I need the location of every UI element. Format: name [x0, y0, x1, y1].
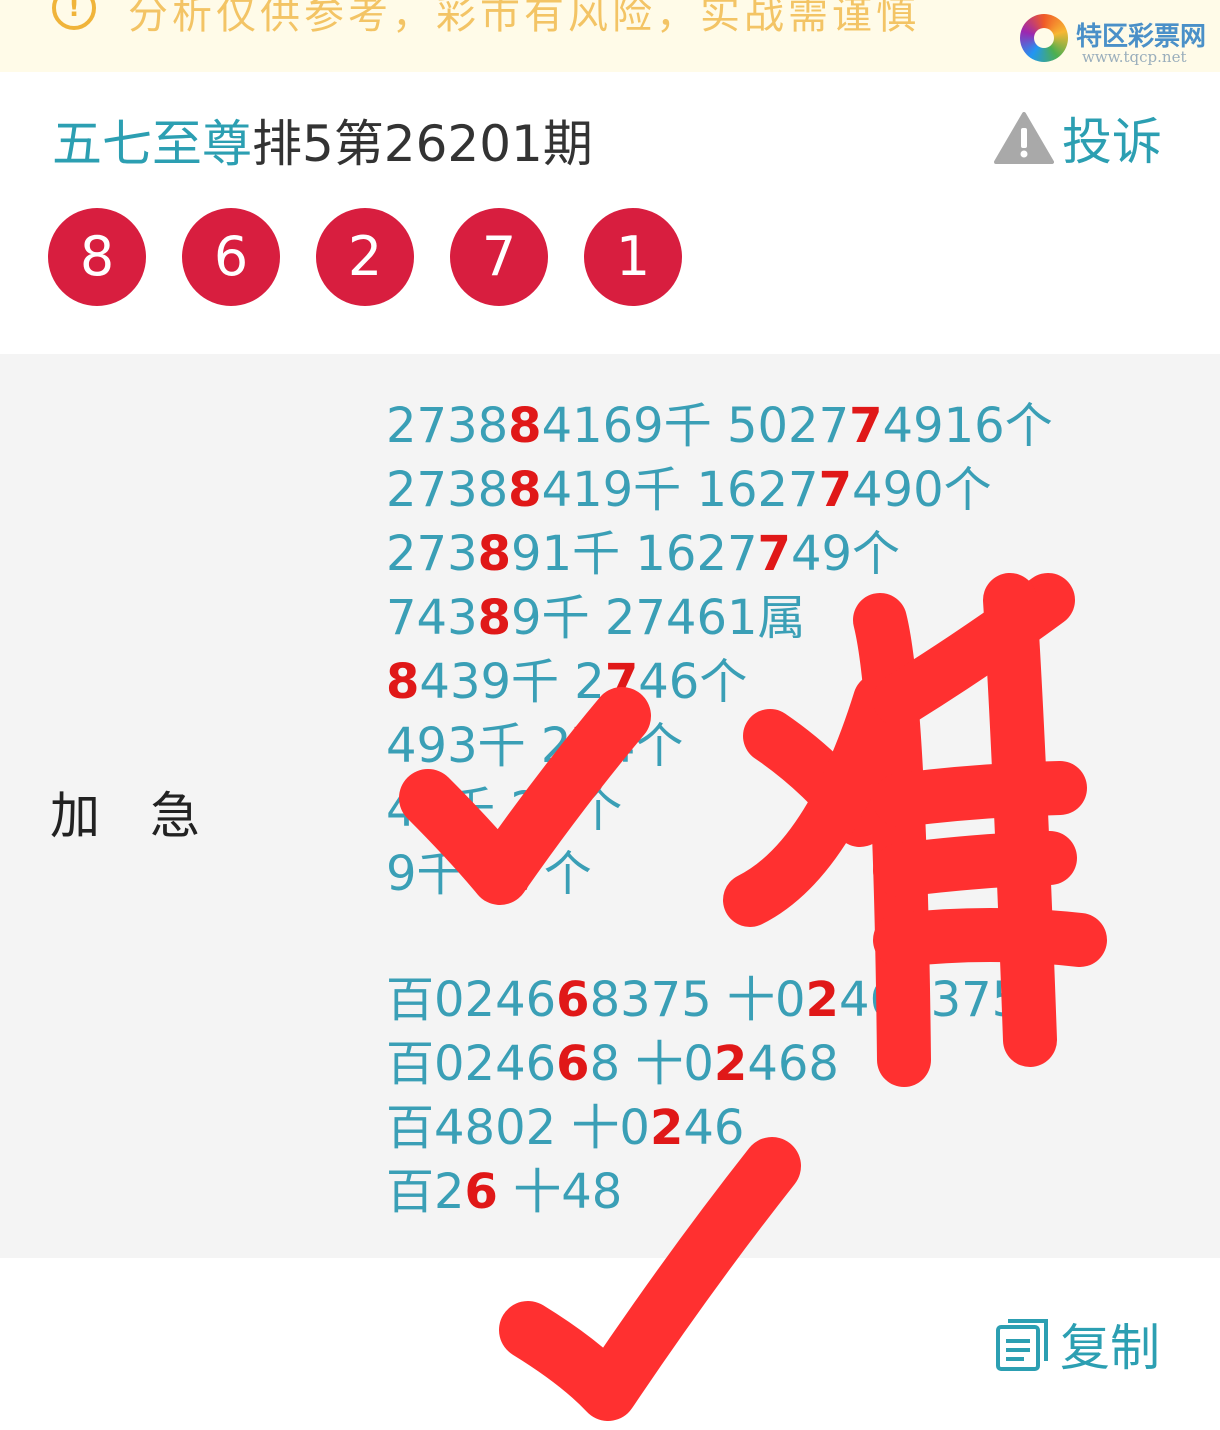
hit-digit: 6: [556, 972, 590, 1028]
line-spacer: [386, 906, 1053, 968]
line-text: 46个: [638, 654, 748, 710]
line-text: 2738: [386, 398, 509, 454]
line-text: 8 十0: [589, 1036, 714, 1092]
hit-digit: 8: [386, 654, 420, 710]
hit-digit: 8: [477, 526, 512, 582]
risk-warning-text: 分析仅供参考，彩市有风险，实战需谨慎: [128, 0, 920, 38]
watermark-url: www.tqcp.net: [1082, 48, 1187, 66]
hit-digit: 2: [649, 1100, 684, 1156]
line-text: 4169千 5027: [541, 398, 850, 454]
prediction-line: 9千 27个: [386, 842, 1053, 906]
line-text: 9千 27461属: [511, 590, 806, 646]
hit-digit: 7: [540, 782, 575, 838]
prediction-line: 49千 27个: [386, 778, 1053, 842]
hit-digit: 7: [757, 526, 791, 582]
prediction-lines: 273884169千 502774916个 27388419千 16277490个…: [386, 394, 1053, 1224]
hit-digit: 2: [805, 972, 839, 1028]
hit-digit: 8: [477, 590, 512, 646]
line-text: 490个: [852, 462, 992, 518]
draw-ball: 8: [48, 208, 146, 306]
line-text: 百0246: [386, 1036, 557, 1092]
draw-ball: 6: [182, 208, 280, 306]
line-text: 46: [683, 1100, 745, 1156]
hit-digit: 7: [849, 398, 883, 454]
line-text: 4916个: [882, 398, 1053, 454]
prediction-line: 74389千 27461属: [386, 586, 1053, 650]
line-text: 439千 2: [419, 654, 605, 710]
hit-digit: 7: [571, 718, 605, 774]
line-text: 49千 2: [386, 782, 541, 838]
hit-digit: 7: [818, 462, 853, 518]
draw-result-balls: 86271: [48, 208, 718, 306]
hit-digit: 8: [508, 398, 542, 454]
prediction-line: 百024668375 十02468375: [386, 968, 1053, 1032]
line-text: 273: [386, 526, 478, 582]
line-text: 百2: [386, 1164, 465, 1220]
hit-digit: 8: [508, 462, 542, 518]
site-watermark: 特区彩票网 www.tqcp.net: [1018, 12, 1218, 72]
section-label: 加急: [50, 787, 250, 845]
hit-digit: 7: [604, 654, 639, 710]
draw-ball: 2: [316, 208, 414, 306]
complain-button[interactable]: 投诉: [994, 108, 1162, 171]
line-text: 49个: [790, 526, 901, 582]
prediction-line: 493千 274个: [386, 714, 1053, 778]
hit-digit: 7: [510, 846, 544, 902]
line-text: 743: [386, 590, 478, 646]
complain-label: 投诉: [1062, 113, 1162, 171]
prediction-line: 百024668 十02468: [386, 1032, 1053, 1096]
line-text: 9千 2: [386, 846, 511, 902]
prediction-line: 273884169千 502774916个: [386, 394, 1053, 458]
draw-ball: 7: [450, 208, 548, 306]
copy-label: 复制: [1060, 1319, 1160, 1377]
line-text: 2738: [386, 462, 509, 518]
period-title: 排5第26201期: [252, 115, 593, 173]
prediction-line: 8439千 2746个: [386, 650, 1053, 714]
line-text: 十48: [497, 1164, 623, 1220]
line-text: 468375: [838, 972, 1023, 1028]
hit-digit: 6: [556, 1036, 590, 1092]
hit-digit: 2: [713, 1036, 748, 1092]
prediction-panel: 加急 273884169千 502774916个 27388419千 162774…: [0, 354, 1220, 1258]
warning-triangle-icon: [994, 112, 1054, 164]
line-text: 百4802 十0: [386, 1100, 650, 1156]
copy-button[interactable]: 复制: [994, 1308, 1160, 1380]
prediction-line: 百26 十48: [386, 1160, 1053, 1224]
info-icon: !: [52, 0, 96, 30]
draw-ball: 1: [584, 208, 682, 306]
prediction-line: 27388419千 16277490个: [386, 458, 1053, 522]
line-text: 468: [747, 1036, 839, 1092]
line-text: 个: [543, 846, 592, 902]
line-text: 493千 2: [386, 718, 572, 774]
copy-document-icon: [996, 1319, 1048, 1371]
page-title: 五七至尊排5第26201期: [52, 104, 593, 176]
line-text: 百0246: [386, 972, 557, 1028]
prediction-line: 百4802 十0246: [386, 1096, 1053, 1160]
line-text: 4个: [604, 718, 684, 774]
prediction-line: 273891千 1627749个: [386, 522, 1053, 586]
author-link[interactable]: 五七至尊: [52, 115, 252, 173]
risk-warning-banner: ! 分析仅供参考，彩市有风险，实战需谨慎 特区彩票网 www.tqcp.net: [0, 0, 1220, 72]
hit-digit: 6: [464, 1164, 498, 1220]
line-text: 91千 1627: [511, 526, 758, 582]
line-text: 8375 十0: [589, 972, 806, 1028]
line-text: 个: [574, 782, 623, 838]
site-logo-icon: [1020, 14, 1068, 62]
line-text: 419千 1627: [541, 462, 819, 518]
